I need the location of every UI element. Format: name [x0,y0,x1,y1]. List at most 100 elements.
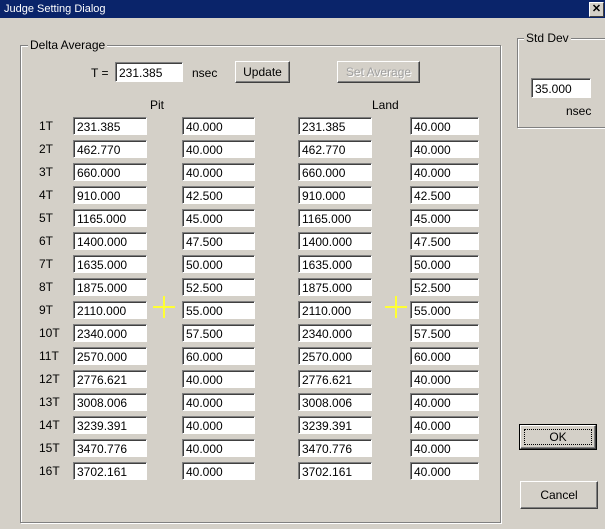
t-unit-label: nsec [192,66,218,80]
land-header: Land [372,98,399,112]
land-time-field[interactable]: 910.000 [298,186,372,204]
row-label: 8T [39,280,54,294]
pit-dev-field[interactable]: 45.000 [182,209,255,227]
pit-dev-field[interactable]: 50.000 [182,255,255,273]
row-label: 3T [39,165,54,179]
pit-time-field[interactable]: 3470.776 [73,439,147,457]
pit-time-field[interactable]: 3239.391 [73,416,147,434]
land-plus-icon [385,296,407,318]
pit-time-field[interactable]: 910.000 [73,186,147,204]
land-time-field[interactable]: 660.000 [298,163,372,181]
land-dev-field[interactable]: 42.500 [410,186,479,204]
pit-dev-field[interactable]: 40.000 [182,439,255,457]
update-button[interactable]: Update [235,61,290,83]
land-time-field[interactable]: 2570.000 [298,347,372,365]
row-label: 12T [39,372,60,386]
pit-dev-field[interactable]: 40.000 [182,416,255,434]
pit-plus-icon [153,296,175,318]
land-dev-field[interactable]: 47.500 [410,232,479,250]
pit-time-field[interactable]: 462.770 [73,140,147,158]
delta-average-group-label: Delta Average [28,38,108,52]
pit-time-field[interactable]: 660.000 [73,163,147,181]
row-label: 13T [39,395,60,409]
pit-time-field[interactable]: 231.385 [73,117,147,135]
land-dev-field[interactable]: 45.000 [410,209,479,227]
land-dev-field[interactable]: 52.500 [410,278,479,296]
pit-time-field[interactable]: 2110.000 [73,301,147,319]
land-time-field[interactable]: 1875.000 [298,278,372,296]
land-dev-field[interactable]: 40.000 [410,163,479,181]
land-dev-field[interactable]: 40.000 [410,117,479,135]
std-dev-unit-label: nsec [566,104,592,118]
pit-dev-field[interactable]: 40.000 [182,393,255,411]
pit-time-field[interactable]: 2570.000 [73,347,147,365]
row-label: 10T [39,326,60,340]
title-bar: Judge Setting Dialog ✕ [0,0,605,18]
pit-time-field[interactable]: 2340.000 [73,324,147,342]
pit-dev-field[interactable]: 60.000 [182,347,255,365]
pit-dev-field[interactable]: 40.000 [182,163,255,181]
land-time-field[interactable]: 462.770 [298,140,372,158]
row-label: 14T [39,418,60,432]
row-label: 2T [39,142,54,156]
pit-dev-field[interactable]: 40.000 [182,462,255,480]
pit-time-field[interactable]: 1635.000 [73,255,147,273]
land-time-field[interactable]: 2776.621 [298,370,372,388]
t-label: T = [91,66,109,80]
pit-time-field[interactable]: 2776.621 [73,370,147,388]
land-dev-field[interactable]: 40.000 [410,370,479,388]
pit-dev-field[interactable]: 55.000 [182,301,255,319]
pit-dev-field[interactable]: 40.000 [182,140,255,158]
row-label: 11T [39,349,59,363]
land-time-field[interactable]: 1165.000 [298,209,372,227]
row-label: 1T [39,119,54,133]
land-time-field[interactable]: 3702.161 [298,462,372,480]
land-dev-field[interactable]: 40.000 [410,416,479,434]
land-time-field[interactable]: 231.385 [298,117,372,135]
t-value-field[interactable]: 231.385 [115,62,183,82]
ok-button[interactable]: OK [519,424,597,450]
pit-dev-field[interactable]: 40.000 [182,370,255,388]
pit-dev-field[interactable]: 40.000 [182,117,255,135]
land-dev-field[interactable]: 60.000 [410,347,479,365]
cancel-button[interactable]: Cancel [520,481,598,509]
land-time-field[interactable]: 3470.776 [298,439,372,457]
land-dev-field[interactable]: 50.000 [410,255,479,273]
row-label: 7T [39,257,54,271]
pit-dev-field[interactable]: 57.500 [182,324,255,342]
land-time-field[interactable]: 3008.006 [298,393,372,411]
row-label: 9T [39,303,54,317]
pit-time-field[interactable]: 3008.006 [73,393,147,411]
row-label: 16T [39,464,60,478]
land-time-field[interactable]: 2110.000 [298,301,372,319]
land-time-field[interactable]: 3239.391 [298,416,372,434]
std-dev-group-label: Std Dev [524,31,571,45]
land-dev-field[interactable]: 40.000 [410,140,479,158]
pit-dev-field[interactable]: 47.500 [182,232,255,250]
pit-dev-field[interactable]: 52.500 [182,278,255,296]
land-time-field[interactable]: 2340.000 [298,324,372,342]
land-dev-field[interactable]: 40.000 [410,462,479,480]
std-dev-field[interactable]: 35.000 [531,78,591,98]
land-dev-field[interactable]: 57.500 [410,324,479,342]
close-button[interactable]: ✕ [589,2,604,17]
land-dev-field[interactable]: 55.000 [410,301,479,319]
pit-time-field[interactable]: 1875.000 [73,278,147,296]
land-dev-field[interactable]: 40.000 [410,393,479,411]
set-average-button[interactable]: Set Average [337,61,420,83]
pit-time-field[interactable]: 1400.000 [73,232,147,250]
land-time-field[interactable]: 1635.000 [298,255,372,273]
row-label: 4T [39,188,54,202]
close-icon: ✕ [591,3,602,15]
land-dev-field[interactable]: 40.000 [410,439,479,457]
row-label: 15T [39,441,60,455]
row-label: 6T [39,234,54,248]
pit-time-field[interactable]: 3702.161 [73,462,147,480]
pit-header: Pit [150,98,165,112]
pit-time-field[interactable]: 1165.000 [73,209,147,227]
land-time-field[interactable]: 1400.000 [298,232,372,250]
row-label: 5T [39,211,54,225]
ok-focus-rect [524,429,592,445]
window-title: Judge Setting Dialog [4,3,106,15]
pit-dev-field[interactable]: 42.500 [182,186,255,204]
